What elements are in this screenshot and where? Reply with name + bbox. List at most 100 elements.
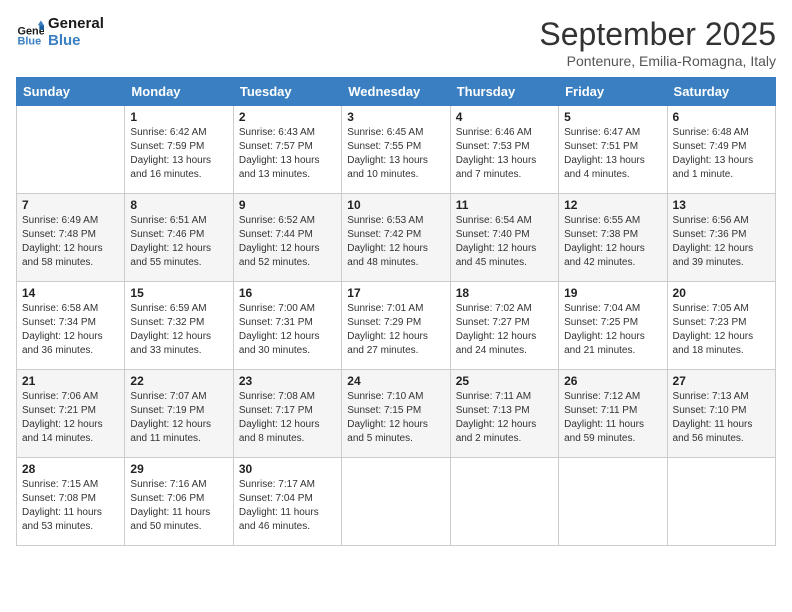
- calendar-cell: 9 Sunrise: 6:52 AMSunset: 7:44 PMDaylight…: [233, 194, 341, 282]
- calendar-cell: [667, 458, 775, 546]
- day-info: Sunrise: 7:00 AMSunset: 7:31 PMDaylight:…: [239, 302, 336, 358]
- calendar-cell: 22 Sunrise: 7:07 AMSunset: 7:19 PMDayligh…: [125, 370, 233, 458]
- calendar-cell: 27 Sunrise: 7:13 AMSunset: 7:10 PMDayligh…: [667, 370, 775, 458]
- day-info: Sunrise: 7:11 AMSunset: 7:13 PMDaylight:…: [456, 390, 553, 446]
- day-info: Sunrise: 7:05 AMSunset: 7:23 PMDaylight:…: [673, 302, 770, 358]
- calendar-cell: 21 Sunrise: 7:06 AMSunset: 7:21 PMDayligh…: [17, 370, 125, 458]
- day-info: Sunrise: 7:08 AMSunset: 7:17 PMDaylight:…: [239, 390, 336, 446]
- calendar-cell: [342, 458, 450, 546]
- calendar-week-row: 28 Sunrise: 7:15 AMSunset: 7:08 PMDayligh…: [17, 458, 776, 546]
- day-number: 29: [130, 462, 227, 476]
- day-info: Sunrise: 6:43 AMSunset: 7:57 PMDaylight:…: [239, 126, 336, 182]
- page-header: General Blue General Blue September 2025…: [16, 16, 776, 69]
- calendar-week-row: 14 Sunrise: 6:58 AMSunset: 7:34 PMDayligh…: [17, 282, 776, 370]
- weekday-header-tuesday: Tuesday: [233, 78, 341, 106]
- calendar-cell: 11Sunrise: 6:54 AMSunset: 7:40 PMDayligh…: [450, 194, 558, 282]
- title-block: September 2025 Pontenure, Emilia-Romagna…: [539, 16, 776, 69]
- weekday-header-friday: Friday: [559, 78, 667, 106]
- weekday-header-monday: Monday: [125, 78, 233, 106]
- day-info: Sunrise: 7:10 AMSunset: 7:15 PMDaylight:…: [347, 390, 444, 446]
- day-info: Sunrise: 7:13 AMSunset: 7:10 PMDaylight:…: [673, 390, 770, 446]
- day-number: 16: [239, 286, 336, 300]
- calendar-cell: 16 Sunrise: 7:00 AMSunset: 7:31 PMDayligh…: [233, 282, 341, 370]
- day-number: 25: [456, 374, 553, 388]
- calendar-cell: 30 Sunrise: 7:17 AMSunset: 7:04 PMDayligh…: [233, 458, 341, 546]
- weekday-header-saturday: Saturday: [667, 78, 775, 106]
- calendar-cell: 28 Sunrise: 7:15 AMSunset: 7:08 PMDayligh…: [17, 458, 125, 546]
- calendar-cell: 12Sunrise: 6:55 AMSunset: 7:38 PMDayligh…: [559, 194, 667, 282]
- day-number: 26: [564, 374, 661, 388]
- weekday-header-thursday: Thursday: [450, 78, 558, 106]
- calendar-cell: 15 Sunrise: 6:59 AMSunset: 7:32 PMDayligh…: [125, 282, 233, 370]
- day-info: Sunrise: 7:04 AMSunset: 7:25 PMDaylight:…: [564, 302, 661, 358]
- day-info: Sunrise: 7:12 AMSunset: 7:11 PMDaylight:…: [564, 390, 661, 446]
- day-number: 13: [673, 198, 770, 212]
- calendar-cell: 24 Sunrise: 7:10 AMSunset: 7:15 PMDayligh…: [342, 370, 450, 458]
- svg-text:Blue: Blue: [18, 35, 42, 46]
- day-info: Sunrise: 6:42 AMSunset: 7:59 PMDaylight:…: [130, 126, 227, 182]
- day-number: 24: [347, 374, 444, 388]
- calendar-cell: 4Sunrise: 6:46 AMSunset: 7:53 PMDaylight…: [450, 106, 558, 194]
- calendar-week-row: 7 Sunrise: 6:49 AMSunset: 7:48 PMDaylight…: [17, 194, 776, 282]
- day-info: Sunrise: 6:45 AMSunset: 7:55 PMDaylight:…: [347, 126, 444, 182]
- calendar-cell: 17 Sunrise: 7:01 AMSunset: 7:29 PMDayligh…: [342, 282, 450, 370]
- logo: General Blue General Blue: [16, 16, 104, 49]
- day-info: Sunrise: 7:06 AMSunset: 7:21 PMDaylight:…: [22, 390, 119, 446]
- day-info: Sunrise: 6:55 AMSunset: 7:38 PMDaylight:…: [564, 214, 661, 270]
- day-number: 21: [22, 374, 119, 388]
- day-info: Sunrise: 6:51 AMSunset: 7:46 PMDaylight:…: [130, 214, 227, 270]
- day-number: 6: [673, 110, 770, 124]
- calendar-cell: 26 Sunrise: 7:12 AMSunset: 7:11 PMDayligh…: [559, 370, 667, 458]
- calendar-cell: 1Sunrise: 6:42 AMSunset: 7:59 PMDaylight…: [125, 106, 233, 194]
- day-info: Sunrise: 7:16 AMSunset: 7:06 PMDaylight:…: [130, 478, 227, 534]
- day-number: 30: [239, 462, 336, 476]
- day-info: Sunrise: 7:02 AMSunset: 7:27 PMDaylight:…: [456, 302, 553, 358]
- calendar-cell: 6 Sunrise: 6:48 AMSunset: 7:49 PMDaylight…: [667, 106, 775, 194]
- day-number: 23: [239, 374, 336, 388]
- weekday-header-row: SundayMondayTuesdayWednesdayThursdayFrid…: [17, 78, 776, 106]
- day-info: Sunrise: 6:48 AMSunset: 7:49 PMDaylight:…: [673, 126, 770, 182]
- day-number: 2: [239, 110, 336, 124]
- day-number: 17: [347, 286, 444, 300]
- day-number: 3: [347, 110, 444, 124]
- day-info: Sunrise: 6:49 AMSunset: 7:48 PMDaylight:…: [22, 214, 119, 270]
- day-number: 15: [130, 286, 227, 300]
- day-number: 4: [456, 110, 553, 124]
- calendar-cell: 3 Sunrise: 6:45 AMSunset: 7:55 PMDaylight…: [342, 106, 450, 194]
- day-number: 8: [130, 198, 227, 212]
- day-info: Sunrise: 7:01 AMSunset: 7:29 PMDaylight:…: [347, 302, 444, 358]
- calendar-cell: 10Sunrise: 6:53 AMSunset: 7:42 PMDayligh…: [342, 194, 450, 282]
- day-info: Sunrise: 6:59 AMSunset: 7:32 PMDaylight:…: [130, 302, 227, 358]
- day-number: 28: [22, 462, 119, 476]
- day-number: 18: [456, 286, 553, 300]
- calendar-cell: 20 Sunrise: 7:05 AMSunset: 7:23 PMDayligh…: [667, 282, 775, 370]
- calendar-cell: 23 Sunrise: 7:08 AMSunset: 7:17 PMDayligh…: [233, 370, 341, 458]
- day-info: Sunrise: 6:47 AMSunset: 7:51 PMDaylight:…: [564, 126, 661, 182]
- day-info: Sunrise: 7:17 AMSunset: 7:04 PMDaylight:…: [239, 478, 336, 534]
- location-subtitle: Pontenure, Emilia-Romagna, Italy: [539, 53, 776, 69]
- calendar-cell: [559, 458, 667, 546]
- day-info: Sunrise: 6:56 AMSunset: 7:36 PMDaylight:…: [673, 214, 770, 270]
- logo-blue-text: Blue: [48, 33, 104, 50]
- day-number: 27: [673, 374, 770, 388]
- calendar-cell: 13 Sunrise: 6:56 AMSunset: 7:36 PMDayligh…: [667, 194, 775, 282]
- calendar-cell: [450, 458, 558, 546]
- calendar-cell: 5 Sunrise: 6:47 AMSunset: 7:51 PMDaylight…: [559, 106, 667, 194]
- logo-icon: General Blue: [16, 19, 44, 47]
- calendar-cell: 14 Sunrise: 6:58 AMSunset: 7:34 PMDayligh…: [17, 282, 125, 370]
- day-number: 7: [22, 198, 119, 212]
- day-info: Sunrise: 6:58 AMSunset: 7:34 PMDaylight:…: [22, 302, 119, 358]
- day-number: 20: [673, 286, 770, 300]
- day-number: 9: [239, 198, 336, 212]
- day-number: 5: [564, 110, 661, 124]
- day-info: Sunrise: 7:07 AMSunset: 7:19 PMDaylight:…: [130, 390, 227, 446]
- day-number: 14: [22, 286, 119, 300]
- calendar-table: SundayMondayTuesdayWednesdayThursdayFrid…: [16, 77, 776, 546]
- calendar-cell: 19Sunrise: 7:04 AMSunset: 7:25 PMDayligh…: [559, 282, 667, 370]
- calendar-week-row: 1Sunrise: 6:42 AMSunset: 7:59 PMDaylight…: [17, 106, 776, 194]
- day-info: Sunrise: 6:52 AMSunset: 7:44 PMDaylight:…: [239, 214, 336, 270]
- day-info: Sunrise: 7:15 AMSunset: 7:08 PMDaylight:…: [22, 478, 119, 534]
- day-number: 22: [130, 374, 227, 388]
- day-info: Sunrise: 6:53 AMSunset: 7:42 PMDaylight:…: [347, 214, 444, 270]
- calendar-cell: 8 Sunrise: 6:51 AMSunset: 7:46 PMDaylight…: [125, 194, 233, 282]
